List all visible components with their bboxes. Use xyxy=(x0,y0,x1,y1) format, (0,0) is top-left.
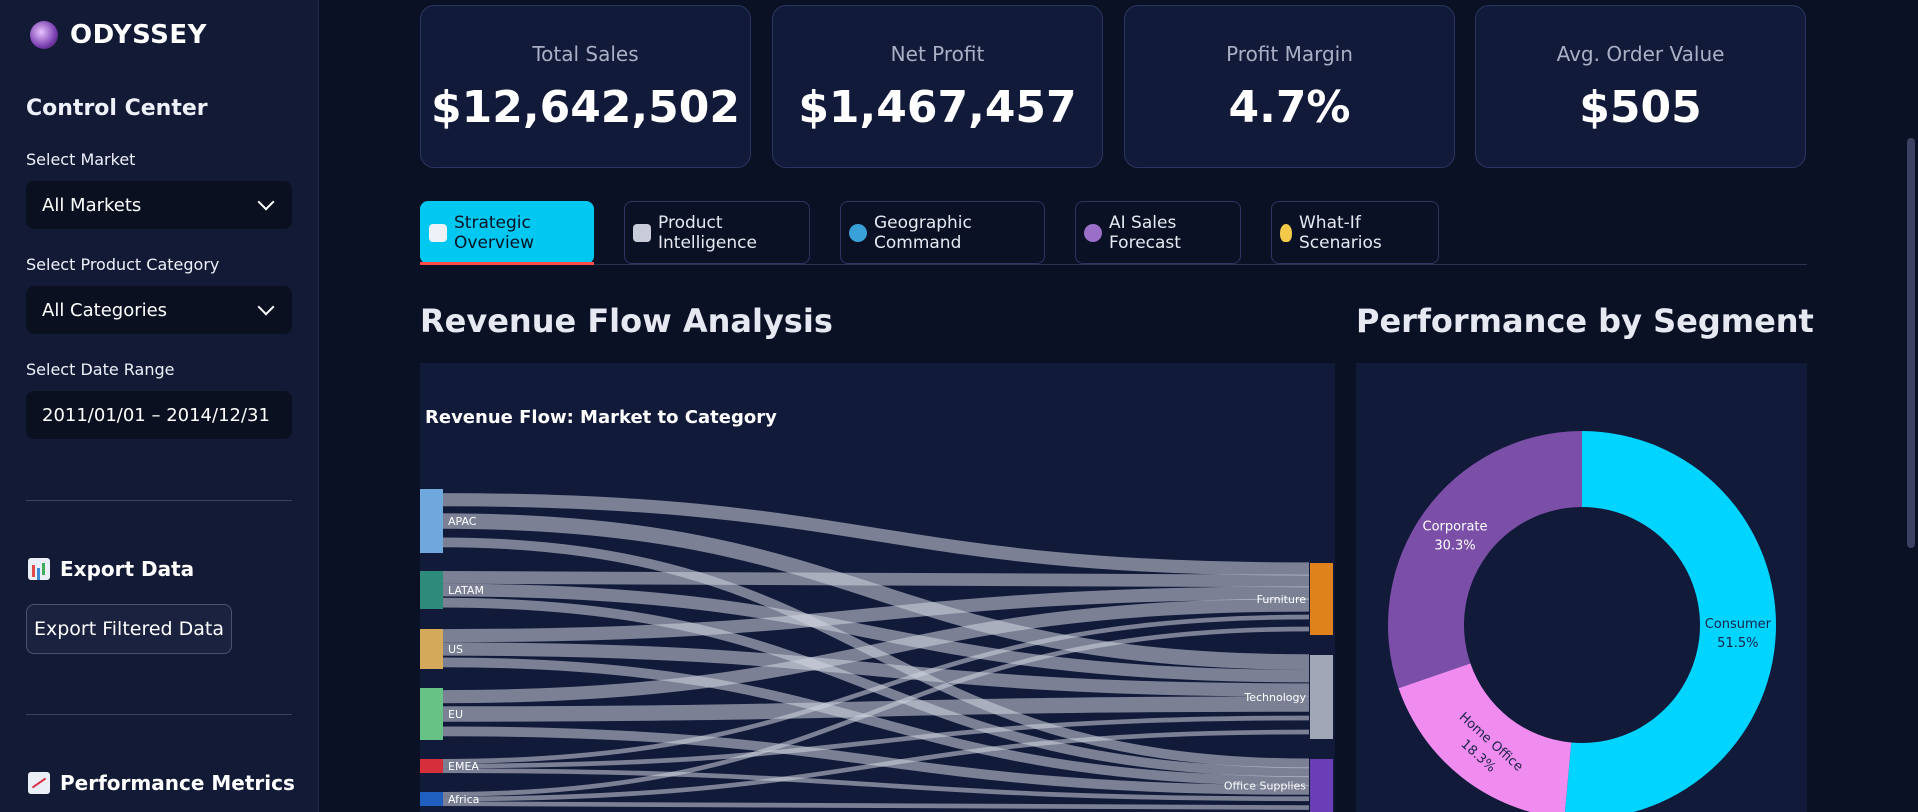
sankey-node-furniture xyxy=(1310,563,1333,635)
kpi-value: 4.7% xyxy=(1228,82,1351,133)
sankey-node-label: Furniture xyxy=(1257,593,1307,606)
sankey-link xyxy=(440,570,1310,588)
tab-label: Geographic Command xyxy=(874,212,972,253)
sankey-node-label: Technology xyxy=(1243,691,1306,704)
segment-donut-panel: Consumer 51.5% Home Office18.3% Corporate 30… xyxy=(1356,363,1807,812)
kpi-label: Profit Margin xyxy=(1226,42,1353,66)
sankey-node-label: Office Supplies xyxy=(1224,780,1306,793)
chevron-down-icon xyxy=(257,193,275,211)
tab-ai-sales-forecast[interactable]: AI Sales Forecast xyxy=(1075,201,1241,264)
tab-label: What-If Scenarios xyxy=(1299,212,1382,253)
sankey-node-office-supplies xyxy=(1310,759,1333,812)
kpi-card-total-sales: Total Sales $12,642,502 xyxy=(420,5,751,168)
export-heading: Export Data xyxy=(28,557,194,581)
tab-strategic-overview[interactable]: Strategic Overview xyxy=(420,201,594,264)
market-label: Select Market xyxy=(26,150,136,169)
tab-label: Strategic Overview xyxy=(454,212,535,253)
sankey-chart: APAC LATAM US EU EMEA Africa Furniture Technolo… xyxy=(420,489,1333,812)
tabs-divider xyxy=(420,264,1807,265)
page-scrollbar[interactable] xyxy=(1904,0,1918,812)
sankey-node-label: EU xyxy=(448,708,463,721)
kpi-label: Avg. Order Value xyxy=(1556,42,1725,66)
chevron-down-icon xyxy=(257,298,275,316)
active-tab-indicator xyxy=(420,262,594,265)
tab-label: AI Sales Forecast xyxy=(1109,212,1181,253)
app-logo: ODYSSEY xyxy=(30,20,207,50)
performance-metrics-heading: Performance Metrics xyxy=(28,771,295,795)
crystal-ball-icon xyxy=(30,21,58,49)
bar-chart-icon xyxy=(28,558,50,580)
sankey-node-apac xyxy=(420,489,443,553)
microscope-icon xyxy=(633,223,651,242)
segment-title: Performance by Segment xyxy=(1356,302,1814,340)
kpi-card-profit-margin: Profit Margin 4.7% xyxy=(1124,5,1455,168)
sankey-node-label: EMEA xyxy=(448,760,479,773)
tab-label: Product Intelligence xyxy=(658,212,757,253)
sankey-node-label: US xyxy=(448,643,463,656)
sankey-node-africa xyxy=(420,792,443,806)
lightbulb-icon xyxy=(1280,223,1292,242)
kpi-value: $505 xyxy=(1579,82,1702,133)
category-select[interactable]: All Categories xyxy=(26,286,292,334)
scrollbar-thumb[interactable] xyxy=(1907,138,1915,548)
sankey-node-eu xyxy=(420,688,443,740)
sankey-node-label: LATAM xyxy=(448,584,484,597)
sidebar-title: Control Center xyxy=(26,96,208,121)
sidebar: ODYSSEY Control Center Select Market All… xyxy=(0,0,319,812)
sankey-node-technology xyxy=(1310,655,1333,739)
category-select-value: All Categories xyxy=(42,299,168,321)
segment-donut-chart: Consumer 51.5%Home Office18.3%Corporate 30… xyxy=(1388,431,1776,812)
kpi-card-avg-order-value: Avg. Order Value $505 xyxy=(1475,5,1806,168)
sidebar-divider xyxy=(26,714,292,715)
chart-up-icon xyxy=(429,223,447,242)
globe-icon xyxy=(849,223,867,242)
date-range-input[interactable]: 2011/01/01 – 2014/12/31 xyxy=(26,391,292,439)
tab-what-if-scenarios[interactable]: What-If Scenarios xyxy=(1271,201,1439,264)
tab-product-intelligence[interactable]: Product Intelligence xyxy=(624,201,810,264)
kpi-label: Total Sales xyxy=(532,42,639,66)
category-label: Select Product Category xyxy=(26,255,220,274)
sankey-chart-panel: Revenue Flow: Market to Category APAC LAT… xyxy=(420,363,1335,812)
market-select[interactable]: All Markets xyxy=(26,181,292,229)
export-filtered-data-button[interactable]: Export Filtered Data xyxy=(26,604,232,654)
revenue-flow-title: Revenue Flow Analysis xyxy=(420,302,833,340)
tab-geographic-command[interactable]: Geographic Command xyxy=(840,201,1045,264)
export-heading-text: Export Data xyxy=(60,557,195,581)
performance-metrics-text: Performance Metrics xyxy=(60,771,295,795)
kpi-card-net-profit: Net Profit $1,467,457 xyxy=(772,5,1103,168)
market-select-value: All Markets xyxy=(42,194,142,216)
sankey-links xyxy=(440,493,1310,810)
sankey-link xyxy=(440,801,1310,810)
sankey-node-emea xyxy=(420,759,443,773)
sankey-link xyxy=(440,493,1310,576)
app-name: ODYSSEY xyxy=(70,20,207,50)
chart-up-icon xyxy=(28,772,50,794)
date-range-label: Select Date Range xyxy=(26,360,175,379)
sankey-node-label: Africa xyxy=(448,793,479,806)
sankey-node-latam xyxy=(420,571,443,609)
crystal-ball-icon xyxy=(1084,223,1102,242)
sankey-node-label: APAC xyxy=(448,515,477,528)
date-range-value: 2011/01/01 – 2014/12/31 xyxy=(42,404,270,426)
sankey-node-us xyxy=(420,629,443,669)
sidebar-divider xyxy=(26,500,292,501)
donut-slice-corporate xyxy=(1388,431,1582,689)
sankey-chart-title: Revenue Flow: Market to Category xyxy=(425,407,777,428)
kpi-value: $12,642,502 xyxy=(431,82,740,133)
kpi-value: $1,467,457 xyxy=(798,82,1077,133)
kpi-label: Net Profit xyxy=(890,42,985,66)
